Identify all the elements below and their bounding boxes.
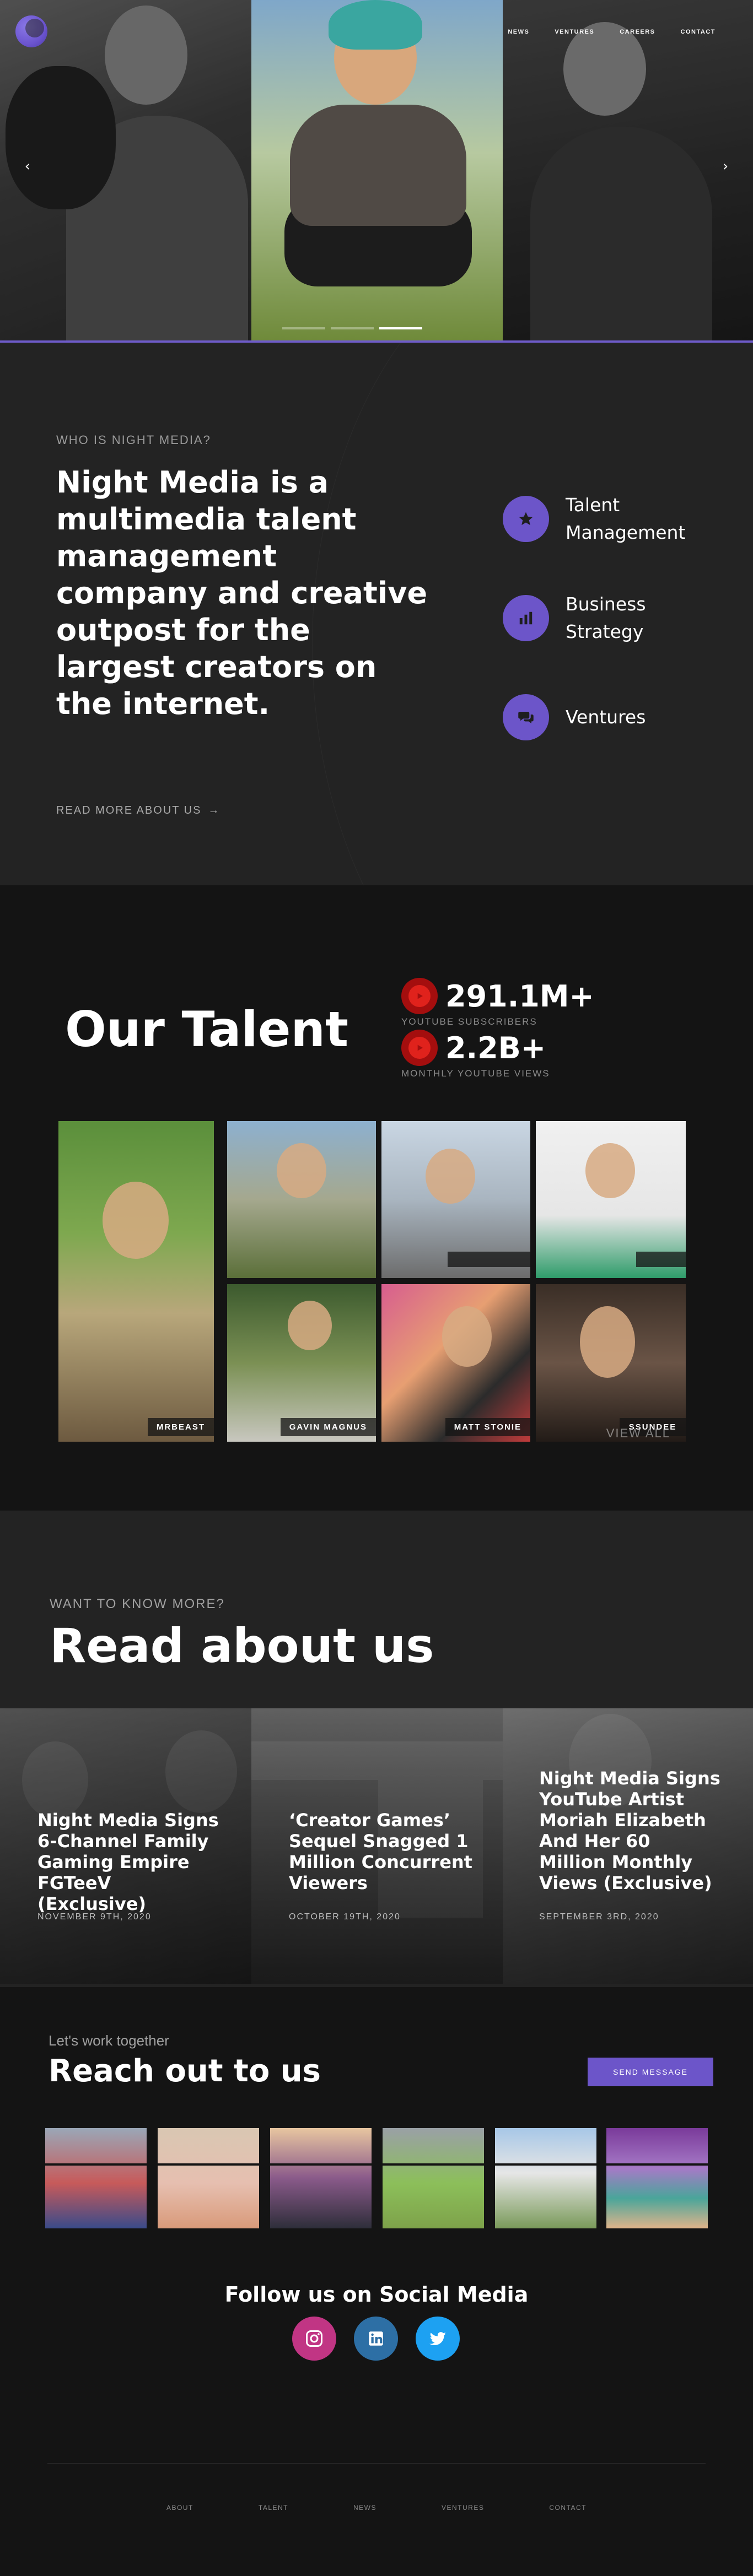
- stat-value: 2.2B+: [445, 1030, 546, 1065]
- nav-careers[interactable]: CAREERS: [620, 29, 655, 35]
- talent-card-mrbeast[interactable]: MRBEAST: [58, 1121, 214, 1442]
- view-all-link[interactable]: VIEW ALL: [606, 1426, 670, 1441]
- stat-value: 291.1M+: [445, 978, 594, 1014]
- talent-name-placeholder: [448, 1252, 530, 1267]
- night-media-logo[interactable]: [15, 15, 47, 47]
- talent-section: Our Talent 291.1M+ YOUTUBE SUBSCRIBERS 2…: [0, 885, 753, 1511]
- footer-link-news[interactable]: NEWS: [353, 2504, 376, 2512]
- about-title: Night Media is a multimedia talent manag…: [56, 465, 428, 721]
- read-more-link[interactable]: READ MORE ABOUT US →: [56, 804, 220, 817]
- news-card-title: ‘Creator Games’ Sequel Snagged 1 Million…: [289, 1810, 472, 1893]
- carousel-dot-2[interactable]: [331, 327, 374, 329]
- news-card-title: Night Media Signs 6-Channel Family Gamin…: [37, 1810, 219, 1914]
- talent-card-gavin-magnus[interactable]: GAVIN MAGNUS: [227, 1284, 376, 1442]
- nav-news[interactable]: NEWS: [508, 29, 529, 35]
- arrow-right-icon: →: [208, 804, 220, 816]
- talent-card[interactable]: [227, 1121, 376, 1278]
- linkedin-icon[interactable]: [354, 2317, 398, 2361]
- footer-link-talent[interactable]: TALENT: [259, 2504, 288, 2512]
- news-eyebrow: WANT TO KNOW MORE?: [50, 1597, 225, 1611]
- hero-slide-image-3: [503, 0, 753, 340]
- talent-name: MRBEAST: [147, 1418, 214, 1436]
- talent-card[interactable]: [381, 1121, 530, 1278]
- news-card-title: Night Media Signs YouTube Artist Moriah …: [539, 1768, 720, 1893]
- carousel-pagination: [282, 327, 422, 329]
- chevron-left-icon[interactable]: ‹: [21, 159, 34, 174]
- services-list: Talent Management Business Strategy Vent…: [503, 494, 709, 800]
- about-eyebrow: WHO IS NIGHT MEDIA?: [56, 433, 211, 447]
- stat-label: MONTHLY YOUTUBE VIEWS: [401, 1068, 550, 1079]
- contact-section: Let's work together Reach out to us SEND…: [0, 1987, 753, 2576]
- gallery-image: [45, 2128, 147, 2228]
- bar-chart-icon: [503, 595, 549, 641]
- news-card[interactable]: ‘Creator Games’ Sequel Snagged 1 Million…: [251, 1708, 503, 1984]
- social-title: Follow us on Social Media: [224, 2282, 529, 2307]
- news-card-date: NOVEMBER 9TH, 2020: [37, 1912, 152, 1922]
- footer-divider: [47, 2463, 706, 2464]
- social-links: [292, 2317, 460, 2361]
- service-talent-management: Talent Management: [503, 494, 709, 543]
- hero-carousel: NEWS VENTURES CAREERS CONTACT ‹ ›: [0, 0, 753, 343]
- talent-name: GAVIN MAGNUS: [280, 1418, 376, 1436]
- news-card[interactable]: Night Media Signs YouTube Artist Moriah …: [503, 1708, 753, 1984]
- gallery-image: [270, 2128, 372, 2228]
- talent-title: Our Talent: [65, 1001, 349, 1058]
- twitter-icon[interactable]: [416, 2317, 460, 2361]
- nav-ventures[interactable]: VENTURES: [555, 29, 594, 35]
- nav-contact[interactable]: CONTACT: [681, 29, 716, 35]
- chat-icon: [503, 694, 549, 740]
- read-more-label: READ MORE ABOUT US: [56, 804, 202, 816]
- footer-link-ventures[interactable]: VENTURES: [442, 2504, 484, 2512]
- gallery-image: [495, 2128, 596, 2228]
- footer-link-about[interactable]: ABOUT: [166, 2504, 193, 2512]
- talent-card-matt-stonie[interactable]: MATT STONIE: [381, 1284, 530, 1442]
- carousel-dot-1[interactable]: [282, 327, 325, 329]
- talent-card-ssundee[interactable]: SSUNDEE VIEW ALL: [536, 1284, 686, 1442]
- news-title: Read about us: [50, 1619, 434, 1674]
- about-section: WHO IS NIGHT MEDIA? Night Media is a mul…: [0, 343, 753, 885]
- footer-link-contact[interactable]: CONTACT: [549, 2504, 587, 2512]
- talent-name: MATT STONIE: [445, 1418, 530, 1436]
- gallery-image: [606, 2128, 708, 2228]
- youtube-icon: [401, 978, 438, 1014]
- news-card-date: OCTOBER 19TH, 2020: [289, 1912, 401, 1922]
- contact-eyebrow: Let's work together: [49, 2032, 169, 2049]
- chevron-right-icon[interactable]: ›: [719, 159, 732, 174]
- news-card[interactable]: Night Media Signs 6-Channel Family Gamin…: [0, 1708, 251, 1984]
- stat-label: YOUTUBE SUBSCRIBERS: [401, 1016, 537, 1027]
- carousel-dot-3[interactable]: [379, 327, 422, 329]
- stat-subscribers: 291.1M+ YOUTUBE SUBSCRIBERS: [401, 978, 594, 1027]
- hero-slide-image-2: [251, 0, 503, 340]
- send-message-button[interactable]: SEND MESSAGE: [588, 2058, 713, 2086]
- star-icon: [503, 496, 549, 542]
- talent-name-placeholder: [636, 1252, 686, 1267]
- top-navigation: NEWS VENTURES CAREERS CONTACT: [508, 29, 716, 35]
- gallery-image: [383, 2128, 484, 2228]
- youtube-icon: [401, 1030, 438, 1066]
- instagram-icon[interactable]: [292, 2317, 336, 2361]
- news-section: WANT TO KNOW MORE? Read about us Night M…: [0, 1511, 753, 1987]
- hero-slide-image-1: [0, 0, 251, 340]
- service-label: Business Strategy: [566, 593, 646, 642]
- contact-title: Reach out to us: [49, 2053, 321, 2089]
- service-label: Ventures: [566, 706, 646, 728]
- stat-views: 2.2B+ MONTHLY YOUTUBE VIEWS: [401, 1030, 550, 1079]
- news-card-date: SEPTEMBER 3RD, 2020: [539, 1912, 659, 1922]
- footer-navigation: ABOUT TALENT NEWS VENTURES CONTACT: [0, 2504, 753, 2512]
- service-label: Talent Management: [566, 494, 686, 543]
- service-ventures: Ventures: [503, 694, 709, 740]
- talent-card[interactable]: [536, 1121, 686, 1278]
- service-business-strategy: Business Strategy: [503, 593, 709, 642]
- gallery-image: [158, 2128, 259, 2228]
